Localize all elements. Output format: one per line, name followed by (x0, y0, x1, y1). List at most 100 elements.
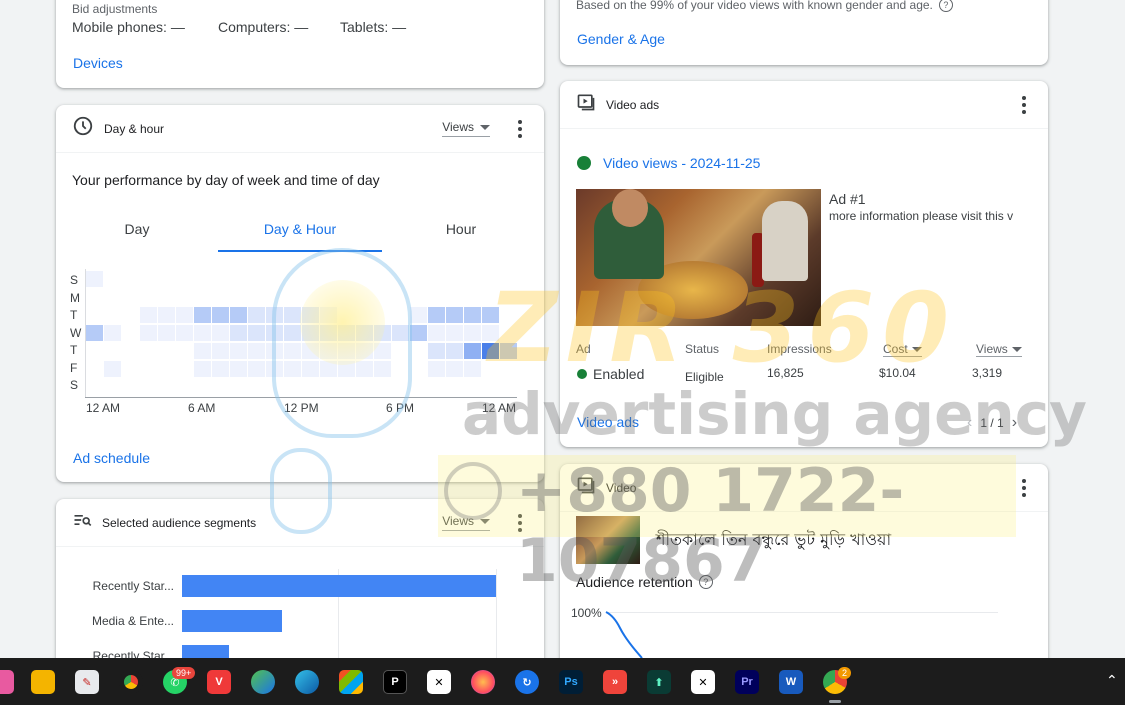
views-column-header[interactable]: Views (976, 342, 1022, 357)
heatmap-cell[interactable] (482, 343, 499, 359)
sync-app-icon[interactable]: ↻ (515, 670, 539, 694)
more-options-icon[interactable] (1016, 94, 1032, 116)
video-ads-link[interactable]: Video ads (577, 414, 639, 430)
heatmap-cell[interactable] (446, 361, 463, 377)
heatmap-cell[interactable] (428, 343, 445, 359)
ad-thumbnail[interactable] (576, 189, 821, 326)
heatmap-cell[interactable] (428, 361, 445, 377)
heatmap-cell[interactable] (410, 325, 427, 341)
heatmap-cell[interactable] (356, 343, 373, 359)
app-icon-partial[interactable] (0, 670, 14, 694)
heatmap-cell[interactable] (104, 325, 121, 341)
heatmap-cell[interactable] (194, 343, 211, 359)
heatmap-cell[interactable] (230, 343, 247, 359)
heatmap-cell[interactable] (284, 343, 301, 359)
heatmap-cell[interactable] (446, 325, 463, 341)
heatmap-cell[interactable] (194, 325, 211, 341)
heatmap-cell[interactable] (248, 361, 265, 377)
heatmap-cell[interactable] (302, 325, 319, 341)
heatmap-cell[interactable] (482, 307, 499, 323)
heatmap-cell[interactable] (446, 343, 463, 359)
notepad-icon[interactable]: ✎ (75, 670, 99, 694)
heatmap-cell[interactable] (176, 307, 193, 323)
heatmap-cell[interactable] (482, 325, 499, 341)
store-icon[interactable] (339, 670, 363, 694)
heatmap-cell[interactable] (248, 325, 265, 341)
cost-column-header[interactable]: Cost (883, 342, 922, 357)
heatmap-cell[interactable] (284, 307, 301, 323)
heatmap-cell[interactable] (374, 343, 391, 359)
capcut-icon[interactable]: ✕ (427, 670, 451, 694)
tab-hour[interactable]: Hour (396, 221, 526, 237)
heatmap-cell[interactable] (230, 325, 247, 341)
heatmap-cell[interactable] (320, 361, 337, 377)
heatmap-cell[interactable] (320, 343, 337, 359)
filmora-icon[interactable]: ⬆ (647, 670, 671, 694)
heatmap[interactable] (86, 271, 518, 397)
heatmap-cell[interactable] (248, 343, 265, 359)
help-icon[interactable]: ? (698, 575, 713, 589)
heatmap-cell[interactable] (248, 307, 265, 323)
heatmap-cell[interactable] (176, 325, 193, 341)
heatmap-cell[interactable] (320, 325, 337, 341)
gender-age-link[interactable]: Gender & Age (577, 31, 665, 47)
heatmap-cell[interactable] (464, 361, 481, 377)
heatmap-cell[interactable] (374, 325, 391, 341)
heatmap-cell[interactable] (320, 307, 337, 323)
heatmap-cell[interactable] (284, 361, 301, 377)
file-explorer-icon[interactable] (31, 670, 55, 694)
word-icon[interactable]: W (779, 670, 803, 694)
heatmap-cell[interactable] (140, 307, 157, 323)
heatmap-cell[interactable] (158, 325, 175, 341)
chevron-right-icon[interactable]: › (1012, 414, 1017, 432)
tab-day-hour[interactable]: Day & Hour (218, 221, 382, 237)
chevron-left-icon[interactable]: ‹ (967, 414, 972, 432)
help-icon[interactable]: ? (938, 0, 953, 12)
heatmap-cell[interactable] (140, 325, 157, 341)
heatmap-cell[interactable] (230, 307, 247, 323)
heatmap-cell[interactable] (86, 325, 103, 341)
heatmap-cell[interactable] (266, 325, 283, 341)
heatmap-cell[interactable] (212, 307, 229, 323)
ad-schedule-link[interactable]: Ad schedule (73, 450, 150, 466)
heatmap-cell[interactable] (158, 307, 175, 323)
heatmap-cell[interactable] (338, 325, 355, 341)
bar[interactable] (182, 575, 496, 597)
heatmap-cell[interactable] (410, 307, 427, 323)
more-options-icon[interactable] (1016, 477, 1032, 499)
heatmap-cell[interactable] (266, 307, 283, 323)
heatmap-cell[interactable] (284, 325, 301, 341)
edge-icon[interactable] (295, 670, 319, 694)
video-title[interactable]: শীতকালে তিন বন্ধুরে ভুট মুড়ি খাওয়া (656, 527, 891, 554)
terminal-app-icon[interactable]: P (383, 670, 407, 694)
heatmap-cell[interactable] (212, 343, 229, 359)
premiere-icon[interactable]: Pr (735, 670, 759, 694)
capcut-alt-icon[interactable]: ✕ (691, 670, 715, 694)
photoshop-icon[interactable]: Ps (559, 670, 583, 694)
chrome-icon[interactable] (119, 670, 143, 694)
heatmap-cell[interactable] (302, 307, 319, 323)
more-options-icon[interactable] (512, 118, 528, 140)
vivaldi-icon[interactable]: V (207, 670, 231, 694)
heatmap-cell[interactable] (392, 325, 409, 341)
heatmap-cell[interactable] (500, 343, 517, 359)
heatmap-cell[interactable] (338, 343, 355, 359)
heatmap-cell[interactable] (338, 361, 355, 377)
heatmap-cell[interactable] (446, 307, 463, 323)
heatmap-cell[interactable] (428, 307, 445, 323)
devices-link[interactable]: Devices (73, 55, 123, 71)
heatmap-cell[interactable] (374, 361, 391, 377)
heatmap-cell[interactable] (194, 307, 211, 323)
heatmap-cell[interactable] (302, 361, 319, 377)
tab-day[interactable]: Day (72, 221, 202, 237)
heatmap-cell[interactable] (194, 361, 211, 377)
heatmap-cell[interactable] (212, 325, 229, 341)
heatmap-cell[interactable] (356, 361, 373, 377)
heatmap-cell[interactable] (266, 361, 283, 377)
video-thumbnail[interactable] (576, 516, 640, 564)
heatmap-cell[interactable] (212, 361, 229, 377)
bar[interactable] (182, 610, 282, 632)
chevron-up-icon[interactable]: ⌃ (1106, 672, 1118, 689)
heatmap-cell[interactable] (464, 307, 481, 323)
heatmap-cell[interactable] (266, 343, 283, 359)
